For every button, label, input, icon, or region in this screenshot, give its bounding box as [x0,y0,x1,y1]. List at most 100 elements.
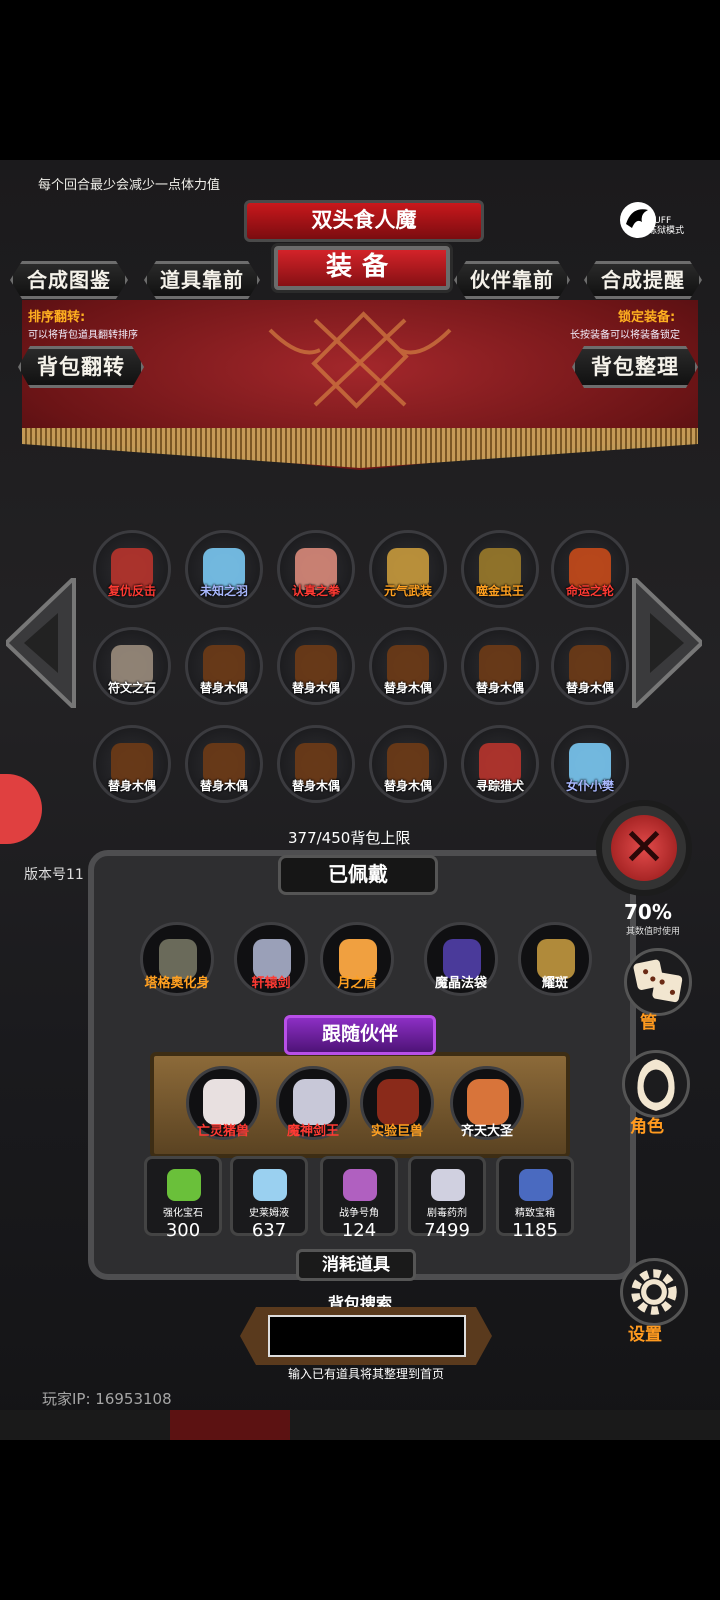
inventory-slot[interactable]: 替身木偶 [368,627,448,719]
consumable-label: 剧毒药剂 [427,1208,467,1219]
inventory-slot[interactable]: 认真之拳 [276,530,356,622]
gear-icon [631,1269,677,1315]
consumable-sprite [343,1169,377,1201]
sort-flip-desc: 可以将背包道具翻转排序 [28,330,138,341]
equipped-label: 轩辕剑 [251,976,291,991]
search-hint: 输入已有道具将其整理到首页 [287,1367,444,1381]
settings-label: 设置 [628,1325,662,1345]
inventory-slot[interactable]: 命运之轮 [550,530,630,622]
ratio-desc: 其数值时使用 [626,927,681,937]
version-label: 版本号11 [24,867,84,883]
buff-logo: BUFF 炼狱模式 [618,200,688,240]
inventory-slot[interactable]: 符文之石 [92,627,172,719]
item-label: 未知之羽 [199,584,248,598]
item-label: 符文之石 [107,681,156,695]
equipped-title: 已佩戴 [278,855,438,895]
item-label: 寻踪猎犬 [475,779,524,793]
bottom-bar-accent [170,1410,290,1440]
compose-book-button[interactable]: 合成图鉴 [10,261,128,299]
item-label: 替身木偶 [199,779,248,793]
bag-search-input[interactable] [268,1315,466,1357]
item-label: 替身木偶 [565,681,614,695]
consumable-count: 637 [251,1220,287,1241]
inventory-slot[interactable]: 替身木偶 [276,627,356,719]
hint-text: 每个回合最少会减少一点体力值 [38,178,221,193]
follow-partner-title: 跟随伙伴 [284,1015,436,1055]
inventory-slot[interactable]: 元气武装 [368,530,448,622]
consumable-count: 1185 [512,1220,558,1241]
item-label: 噬金虫王 [475,584,524,598]
manage-button[interactable] [624,948,692,1016]
consumable-label: 战争号角 [339,1208,379,1219]
inventory-slot[interactable]: 寻踪猎犬 [460,725,540,817]
partner-label: 实验巨兽 [370,1124,423,1139]
compose-remind-button[interactable]: 合成提醒 [584,261,702,299]
item-label: 元气武装 [383,584,432,598]
consumable-sprite [519,1169,553,1201]
consumable-count: 124 [341,1220,377,1241]
logo-line2: 炼狱模式 [648,226,685,236]
inventory-slot[interactable]: 未知之羽 [184,530,264,622]
item-label: 替身木偶 [199,681,248,695]
close-icon: ✕ [611,815,677,881]
partner-sprite [293,1079,335,1125]
lock-equip-title: 锁定装备: [618,310,676,325]
role-button[interactable] [622,1050,690,1118]
item-label: 替身木偶 [383,681,432,695]
consumable-label: 精致宝箱 [515,1208,555,1219]
ratio-value: 70% [624,900,672,924]
inventory-slot[interactable]: 替身木偶 [276,725,356,817]
consumable-label: 史莱姆液 [249,1208,289,1219]
consumable-sprite [253,1169,287,1201]
inventory-slot[interactable]: 替身木偶 [184,627,264,719]
inventory-slot[interactable]: 替身木偶 [184,725,264,817]
equipped-label: 耀斑 [541,976,568,991]
item-label: 命运之轮 [565,584,614,598]
crossed-swords-emblem [268,311,452,409]
page-title: 装备 [274,246,450,290]
close-button[interactable]: ✕ [596,800,692,896]
inventory-slot[interactable]: 女仆小樊 [550,725,630,817]
page-next-arrow[interactable] [632,578,702,708]
item-label: 替身木偶 [291,681,340,695]
inventory-slot[interactable]: 噬金虫王 [460,530,540,622]
drape-fringe [22,428,698,468]
inventory-slot[interactable]: 替身木偶 [550,627,630,719]
partner-label: 齐天大圣 [460,1124,513,1139]
bag-flip-button[interactable]: 背包翻转 [18,346,144,388]
bag-capacity: 377/450背包上限 [288,829,411,847]
consumable-sprite [167,1169,201,1201]
partner-front-button[interactable]: 伙伴靠前 [454,261,570,299]
item-label: 认真之拳 [291,584,340,598]
avatar-button[interactable] [0,774,42,844]
inventory-slot[interactable]: 替身木偶 [368,725,448,817]
logo-line1: BUFF [648,216,672,226]
consumable-label: 强化宝石 [163,1208,203,1219]
equipped-label: 魔晶法袋 [434,976,487,991]
bag-sort-button[interactable]: 背包整理 [572,346,698,388]
boss-name-banner: 双头食人魔 [244,200,484,242]
inventory-slot[interactable]: 复仇反击 [92,530,172,622]
inventory-slot[interactable]: 替身木偶 [460,627,540,719]
consumables-title: 消耗道具 [296,1249,416,1281]
page-prev-arrow[interactable] [6,578,76,708]
item-label: 替身木偶 [475,681,524,695]
bottom-bar [0,1410,720,1440]
lock-equip-desc: 长按装备可以将装备锁定 [570,330,680,341]
consumable-count: 7499 [424,1220,470,1241]
item-label: 女仆小樊 [565,779,614,793]
hooded-figure-icon [637,1059,675,1111]
items-front-button[interactable]: 道具靠前 [144,261,260,299]
item-label: 复仇反击 [107,584,156,598]
item-label: 替身木偶 [107,779,156,793]
settings-button[interactable] [620,1258,688,1326]
consumable-sprite [431,1169,465,1201]
partner-sprite [467,1079,509,1125]
role-label: 角色 [630,1117,664,1137]
sort-flip-title: 排序翻转: [28,310,86,325]
player-ip: 玩家IP: 16953108 [42,1390,172,1408]
inventory-slot[interactable]: 替身木偶 [92,725,172,817]
partner-label: 亡灵猪兽 [196,1124,249,1139]
game-screen: 每个回合最少会减少一点体力值 BUFF 炼狱模式 双头食人魔 装备 合成图鉴 道具… [0,160,720,1440]
consumable-count: 300 [165,1220,201,1241]
